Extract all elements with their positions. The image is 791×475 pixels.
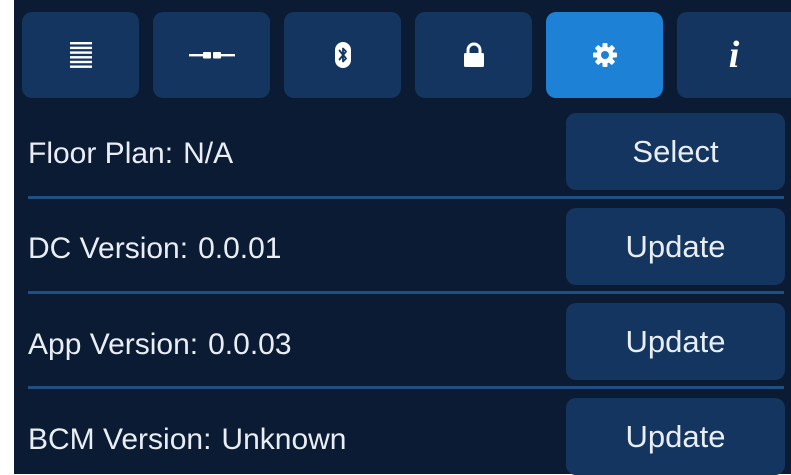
- dc-version-caption: DC Version:: [28, 232, 189, 265]
- tab-info[interactable]: i: [677, 12, 791, 98]
- settings-screen: i Floor Plan: N/A Select DC Version: 0.0.0…: [14, 0, 791, 475]
- app-version-caption: App Version:: [28, 328, 199, 361]
- tab-settings[interactable]: [546, 12, 663, 98]
- bcm-version-label: BCM Version: Unknown: [28, 423, 346, 457]
- app-version-value: 0.0.03: [208, 328, 292, 361]
- list-lines-icon: [69, 42, 92, 68]
- floor-plan-caption: Floor Plan:: [28, 137, 174, 170]
- divider: [28, 386, 784, 389]
- update-dc-button[interactable]: Update: [566, 208, 785, 285]
- divider: [28, 196, 784, 199]
- tab-lock[interactable]: [415, 12, 532, 98]
- app-version-label: App Version: 0.0.03: [28, 328, 292, 362]
- update-app-button[interactable]: Update: [566, 303, 785, 380]
- select-floor-plan-button[interactable]: Select: [566, 113, 785, 190]
- info-icon: i: [728, 34, 740, 76]
- bluetooth-icon: [334, 42, 351, 68]
- gear-icon: [592, 42, 618, 68]
- bcm-version-caption: BCM Version:: [28, 423, 212, 456]
- divider: [28, 291, 784, 294]
- floor-plan-value: N/A: [183, 137, 234, 170]
- lock-icon: [463, 42, 485, 68]
- dc-version-value: 0.0.01: [198, 232, 282, 265]
- dc-version-label: DC Version: 0.0.01: [28, 232, 282, 266]
- tab-log[interactable]: [22, 12, 139, 98]
- update-bcm-button[interactable]: Update: [566, 398, 785, 475]
- connection-link-icon: [188, 50, 235, 60]
- bcm-version-value: Unknown: [221, 423, 347, 456]
- floor-plan-label: Floor Plan: N/A: [28, 137, 233, 171]
- tab-connection[interactable]: [153, 12, 270, 98]
- tab-bluetooth[interactable]: [284, 12, 401, 98]
